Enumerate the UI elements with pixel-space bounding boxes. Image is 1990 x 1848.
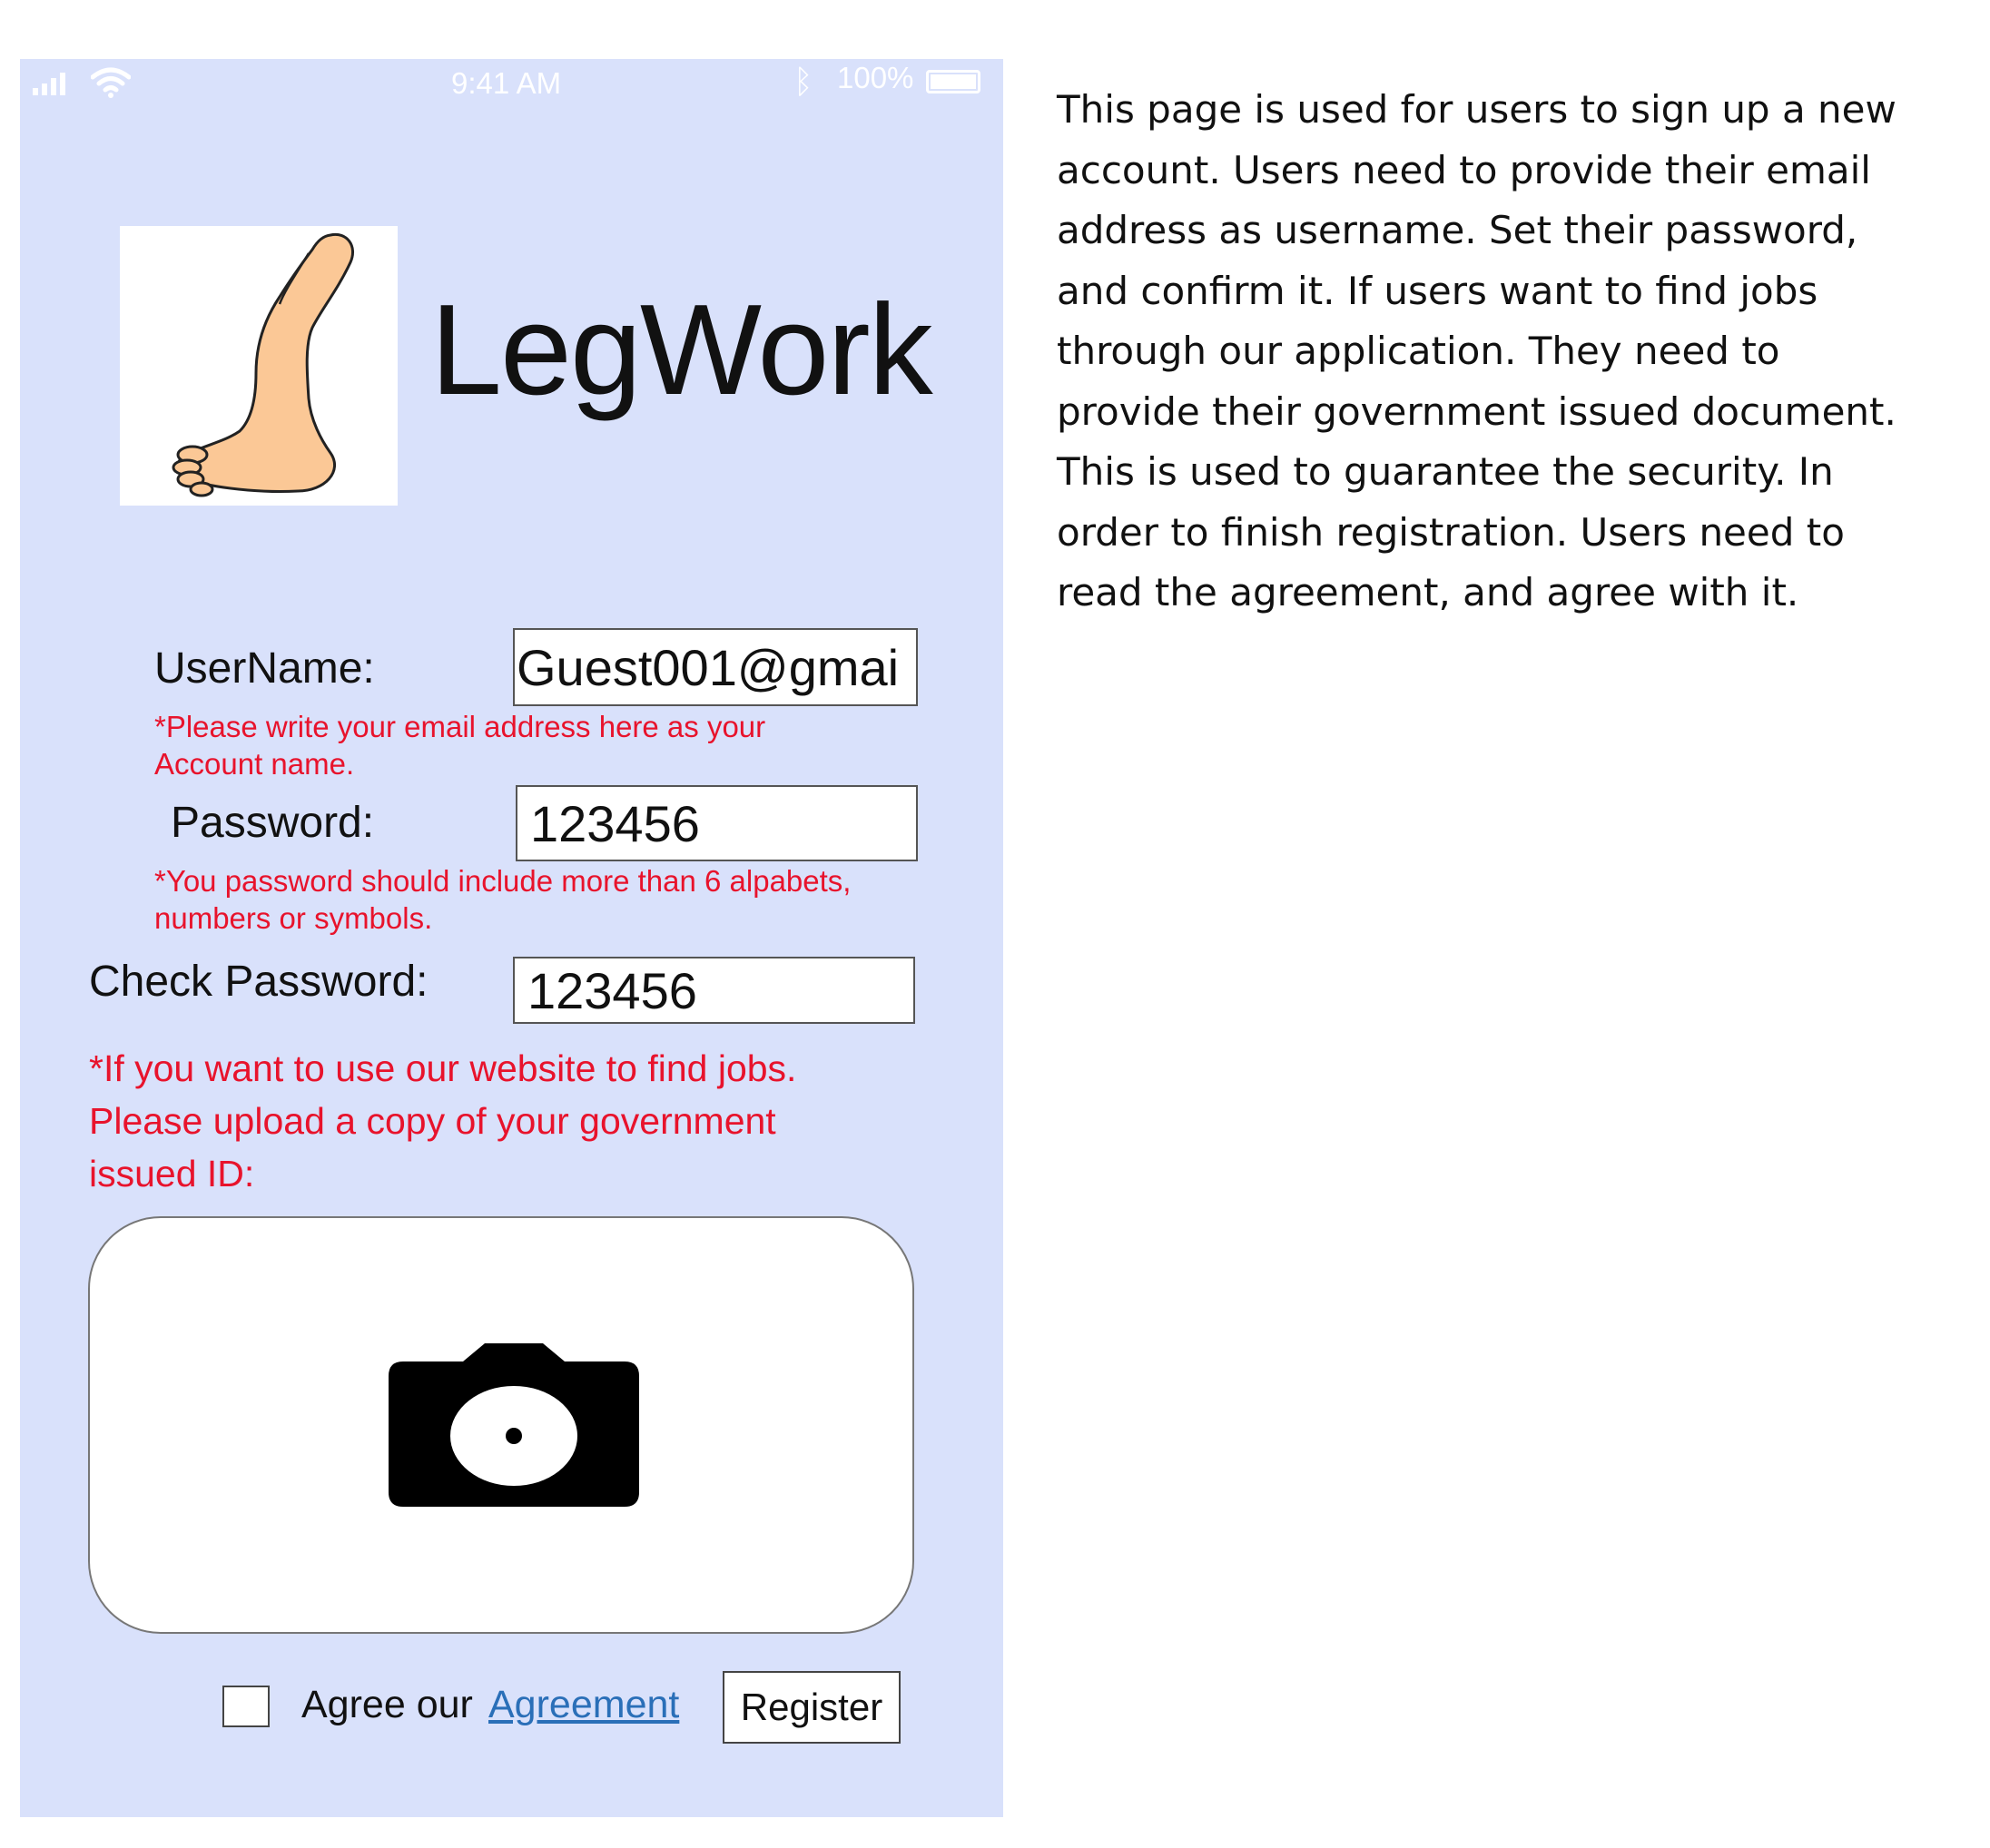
- bluetooth-icon: ᛒ: [793, 63, 813, 100]
- battery-percent: 100%: [837, 61, 914, 94]
- password-hint: *You password should include more than 6…: [154, 864, 852, 935]
- wifi-icon: [91, 67, 131, 98]
- camera-icon: [389, 1343, 639, 1507]
- agree-checkbox[interactable]: [222, 1686, 270, 1727]
- check-password-field[interactable]: 123456: [513, 957, 915, 1024]
- agreement-row: Agree our Agreement Register: [20, 1666, 1003, 1747]
- password-field[interactable]: 123456: [516, 785, 918, 861]
- app-logo: [120, 226, 398, 506]
- register-button[interactable]: Register: [723, 1671, 901, 1744]
- username-hint: *Please write your email address here as…: [154, 710, 766, 781]
- id-upload-hint: *If you want to use our website to find …: [89, 1047, 797, 1194]
- password-label: Password:: [171, 799, 375, 847]
- status-time: 9:41 AM: [451, 66, 562, 100]
- username-field[interactable]: Guest001@gmai: [513, 628, 918, 706]
- check-password-label: Check Password:: [89, 958, 429, 1006]
- battery-icon: [926, 70, 980, 93]
- username-label: UserName:: [154, 644, 375, 693]
- signal-icon: [33, 72, 65, 95]
- agree-label: Agree our: [301, 1683, 473, 1726]
- foot-leg-logo-icon: [172, 232, 354, 497]
- phone-screen: 9:41 AM ᛒ 100% LegWork UserName: Guest00…: [20, 59, 1003, 1817]
- agreement-link[interactable]: Agreement: [488, 1686, 679, 1725]
- page-description: This page is used for users to sign up a…: [1057, 87, 1896, 614]
- id-upload-area[interactable]: [88, 1216, 914, 1634]
- status-bar: 9:41 AM ᛒ 100%: [20, 59, 1003, 110]
- app-title: LegWork: [430, 278, 933, 422]
